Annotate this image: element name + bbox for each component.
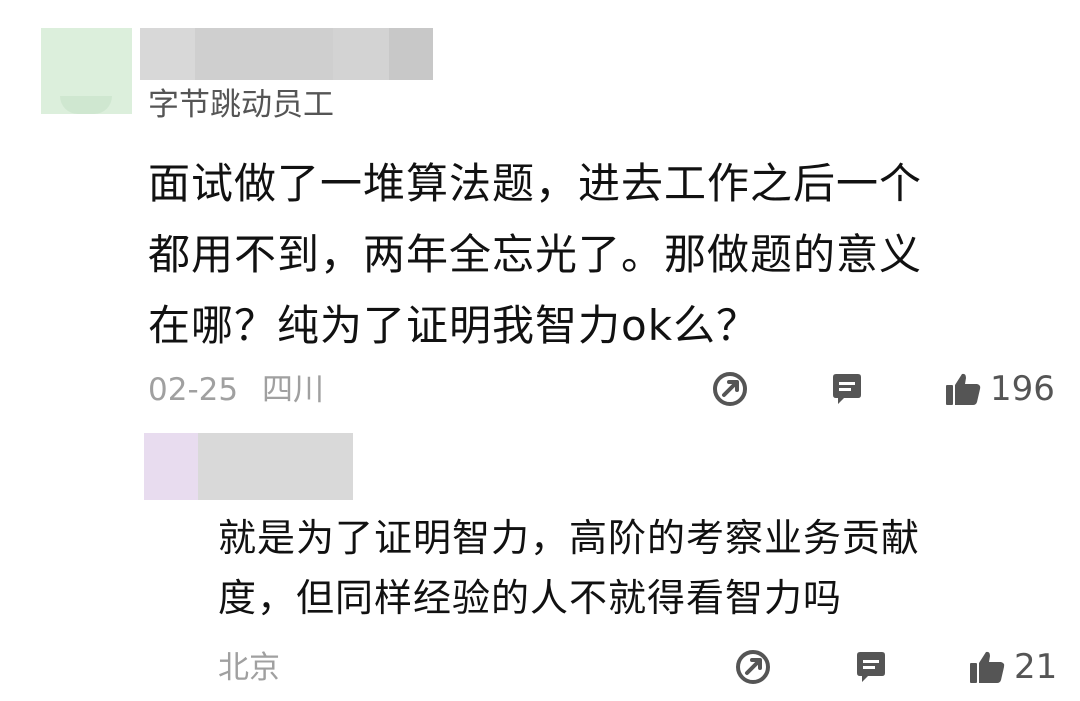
reply-like-button[interactable] (967, 647, 1007, 691)
share-button[interactable] (710, 369, 750, 413)
reply-icon (857, 652, 885, 682)
reply-line: 就是为了证明智力，高阶的考察业务贡献 (218, 516, 921, 560)
comment-date: 02-25 (148, 372, 239, 408)
thumbs-up-icon (946, 373, 981, 405)
like-button[interactable] (943, 369, 983, 413)
reply-icon (833, 374, 861, 404)
comment-line: 面试做了一堆算法题，进去工作之后一个 (148, 159, 923, 208)
reply-username-blurred[interactable] (198, 433, 353, 500)
reply-location: 北京 (218, 650, 280, 686)
author-tag: 字节跳动员工 (148, 87, 334, 123)
reply-body: 就是为了证明智力，高阶的考察业务贡献 度，但同样经验的人不就得看智力吗 (218, 508, 1038, 628)
reply-button[interactable] (827, 369, 867, 413)
reply-meta: 北京 (218, 648, 280, 688)
comment-meta: 02-25 四川 (148, 370, 324, 410)
reply-avatar[interactable] (144, 433, 198, 500)
share-icon (713, 372, 747, 406)
comment-body: 面试做了一堆算法题，进去工作之后一个 都用不到，两年全忘光了。那做题的意义 在哪… (148, 148, 1028, 361)
comment-line: 在哪？纯为了证明我智力ok么？ (148, 301, 760, 350)
thumbs-up-icon (970, 651, 1005, 683)
share-icon (736, 650, 770, 684)
comment-location: 四川 (261, 372, 324, 408)
reply-like-count: 21 (1014, 647, 1058, 687)
reply-line: 度，但同样经验的人不就得看智力吗 (218, 576, 843, 620)
like-count: 196 (990, 369, 1055, 409)
username-blurred[interactable] (140, 28, 433, 80)
comment-line: 都用不到，两年全忘光了。那做题的意义 (148, 230, 923, 279)
reply-reply-button[interactable] (851, 647, 891, 691)
reply-share-button[interactable] (733, 647, 773, 691)
